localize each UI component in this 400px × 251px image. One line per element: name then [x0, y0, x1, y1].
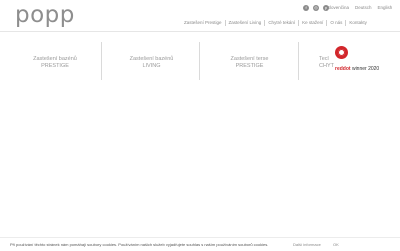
lang-german[interactable]: Deutsch [355, 5, 372, 11]
award-brand: reddot [335, 66, 351, 72]
cookie-more-link[interactable]: Další informace [293, 238, 321, 251]
popp-logo[interactable]: popp [15, 2, 75, 28]
nav-item-living[interactable]: Zastešení Living [224, 20, 265, 26]
cookie-message: Při používání těchto stránek nám pomáhaj… [10, 242, 269, 247]
nav-item-contacts[interactable]: Kontakty [345, 20, 370, 26]
reddot-award-badge: reddot winner 2020 [335, 46, 387, 76]
lang-slovak[interactable]: Slovenčina [327, 5, 349, 11]
cookie-bar: Při používání těchto stránek nám pomáhaj… [0, 237, 400, 251]
column-smart[interactable]: Tecl CHYT [298, 42, 338, 80]
column-title: Zastešení bazénů [33, 56, 77, 62]
column-subtitle: LIVING [142, 63, 161, 69]
nav-item-smart[interactable]: Chytré tekání [264, 20, 298, 26]
award-text: reddot winner 2020 [335, 66, 379, 72]
reddot-logo-icon [335, 46, 348, 59]
main-nav: Zastešení Prestige Zastešení Living Chyt… [184, 20, 370, 26]
column-title: Zastešení terse [230, 56, 269, 62]
column-title: Zastešení bazénů [129, 56, 174, 62]
facebook-icon[interactable]: f [303, 5, 309, 11]
nav-item-downloads[interactable]: Ke stažení [298, 20, 326, 26]
column-subtitle: PRESTIGE [235, 63, 264, 69]
award-label: winner 2020 [351, 66, 380, 72]
nav-item-about[interactable]: O nás [326, 20, 345, 26]
column-pool-living[interactable]: Zastešení bazénů LIVING [101, 42, 201, 80]
instagram-icon[interactable]: ◎ [313, 5, 319, 11]
lang-english[interactable]: English [378, 5, 393, 11]
header-divider [0, 31, 400, 32]
column-subtitle: PRESTIGE [41, 63, 69, 69]
language-switcher: Slovenčina Deutsch English [327, 5, 392, 11]
nav-item-prestige[interactable]: Zastešení Prestige [184, 20, 225, 26]
social-links: f ◎ p [303, 5, 329, 11]
column-terrace-prestige[interactable]: Zastešení terse PRESTIGE [199, 42, 299, 80]
column-pool-prestige[interactable]: Zastešení bazénů PRESTIGE [5, 42, 105, 80]
cookie-ok-button[interactable]: OK [333, 238, 339, 251]
